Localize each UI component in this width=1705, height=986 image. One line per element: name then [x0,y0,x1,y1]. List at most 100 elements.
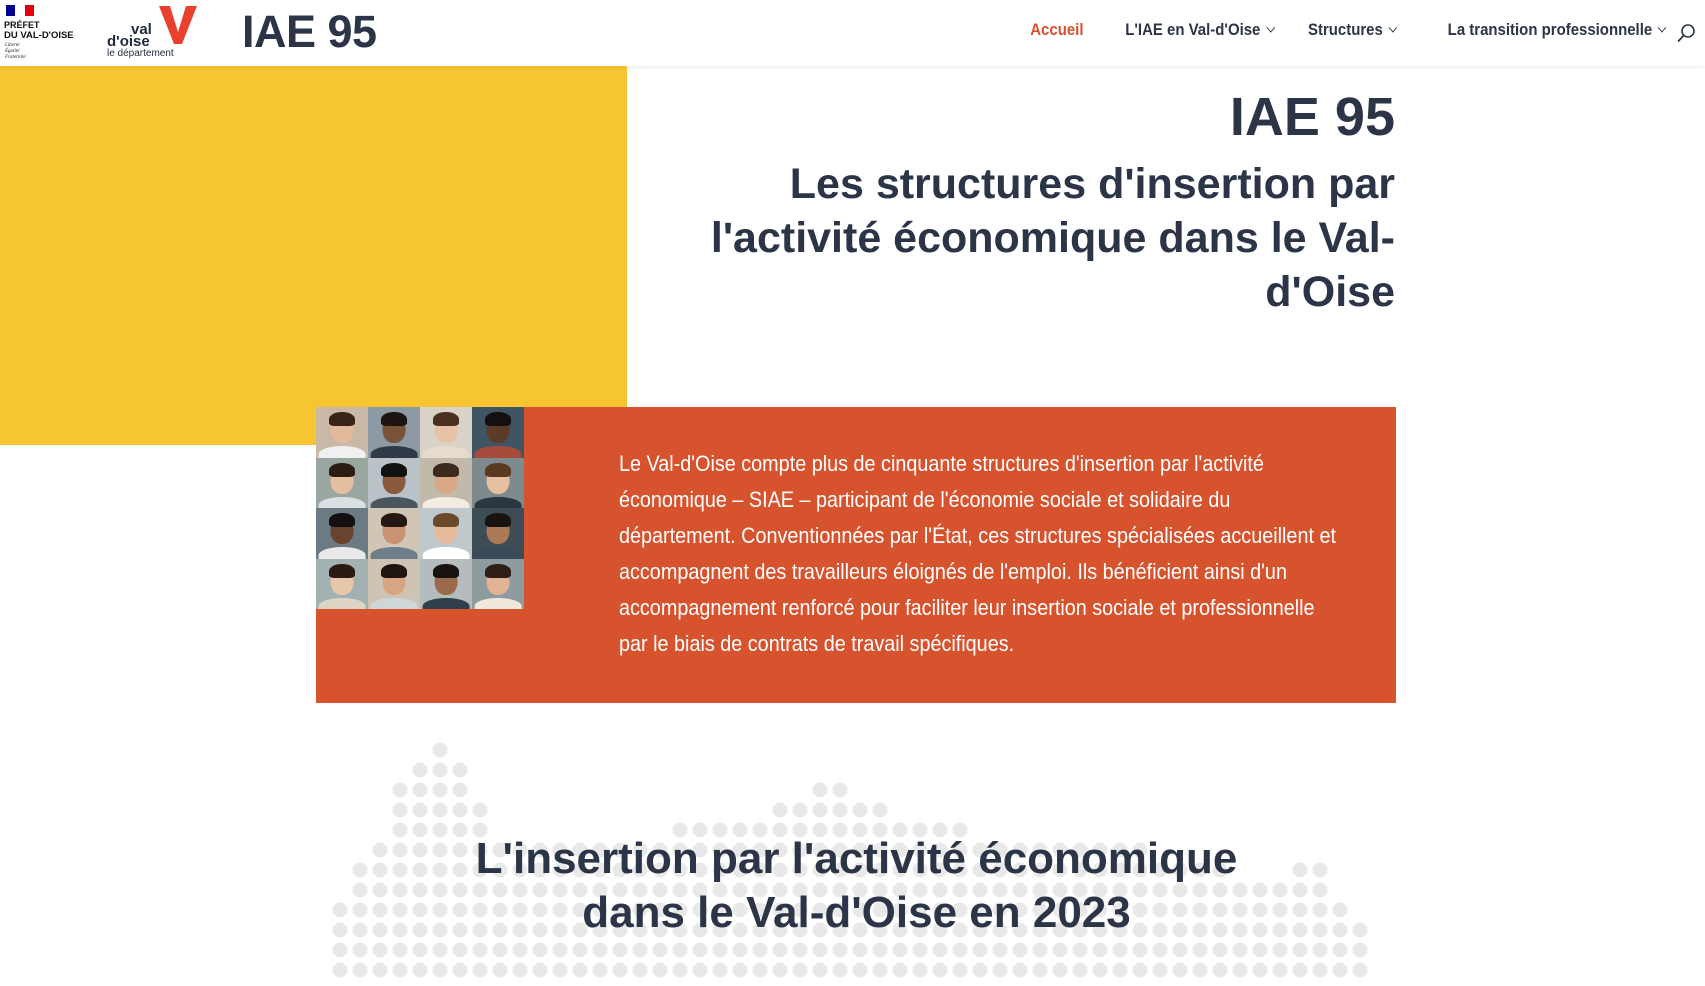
map-dot [1192,942,1208,958]
search-icon[interactable] [1677,23,1697,43]
map-dot [332,942,348,958]
map-dot [412,962,428,978]
map-dot [812,782,828,798]
site-title[interactable]: IAE 95 [242,6,377,58]
portrait-hair [329,513,355,528]
map-dot [972,942,988,958]
map-dot [912,962,928,978]
portrait-hair [433,513,459,528]
map-dot [412,762,428,778]
map-dot [472,802,488,818]
french-flag-icon [6,5,34,16]
map-dot [852,962,868,978]
map-dot [492,962,508,978]
map-dot [492,942,508,958]
v-logo-icon [159,6,197,44]
map-dot [1292,942,1308,958]
map-dot [352,962,368,978]
portrait-body [318,496,366,508]
prefet-logo[interactable]: PRÉFET DU VAL-D'OISE Liberté Égalité Fra… [4,3,86,63]
map-dot [832,802,848,818]
map-dot [732,962,748,978]
map-dot [892,962,908,978]
map-dot [812,962,828,978]
portrait-hair [329,412,355,427]
nav-item-label: La transition professionnelle [1447,20,1652,39]
portraits-collage-image [316,407,524,609]
portrait-photo [368,558,420,609]
nav-item-label: Accueil [1029,20,1084,39]
map-dot [812,942,828,958]
chevron-down-icon [1388,22,1397,33]
map-dot [512,962,528,978]
map-dot [632,962,648,978]
map-dot [1112,942,1128,958]
portrait-body [370,496,418,508]
section-title-line1: L'insertion par l'activité économique [475,834,1238,883]
portrait-hair [329,462,355,477]
portrait-hair [485,563,511,578]
prefet-logo-line1: PRÉFET [4,20,40,30]
nav-item-accueil[interactable]: Accueil [1030,20,1083,40]
portrait-hair [381,412,407,427]
portrait-photo [316,508,368,559]
map-dot [1032,962,1048,978]
portrait-body [318,597,366,609]
map-dot [392,942,408,958]
portrait-photo [316,558,368,609]
hero-yellow-block [0,66,627,445]
map-dot [692,962,708,978]
portrait-hair [485,412,511,427]
map-dot [792,962,808,978]
portrait-photo [368,407,420,458]
site-header: PRÉFET DU VAL-D'OISE Liberté Égalité Fra… [0,0,1705,66]
portrait-hair [433,462,459,477]
map-dot [932,962,948,978]
portrait-photo [368,457,420,508]
map-dot [832,962,848,978]
map-dot [1032,942,1048,958]
map-dot [572,942,588,958]
map-dot [972,962,988,978]
prefet-motto-fraternite: Fraternité [5,55,26,60]
map-dot [1172,962,1188,978]
map-dot [552,962,568,978]
map-dot [1012,962,1028,978]
map-dot [352,942,368,958]
nav-item-transition-professionnelle[interactable]: La transition professionnelle [1447,20,1667,40]
nav-item-structures[interactable]: Structures [1308,20,1397,40]
portrait-hair [433,563,459,578]
val-doise-logo-subtitle: le département [107,48,174,59]
map-dot [1212,962,1228,978]
chevron-down-icon [1266,22,1275,33]
val-doise-logo[interactable]: val d'oise le département [105,4,200,60]
map-dot [572,962,588,978]
portrait-hair [381,513,407,528]
map-dot [852,802,868,818]
map-dot [452,782,468,798]
map-dot [1192,962,1208,978]
map-dot [912,942,928,958]
map-dot [772,802,788,818]
map-dot [1352,962,1368,978]
nav-item-iae-val-doise[interactable]: L'IAE en Val-d'Oise [1125,20,1275,40]
map-dot [392,962,408,978]
hero-subtitle: Les structures d'insertion par l'activit… [710,160,1395,316]
portrait-body [422,446,470,458]
portrait-body [474,496,522,508]
map-dot [632,942,648,958]
val-doise-logo-doise: d'oise [107,33,150,50]
map-dot [792,802,808,818]
map-dot [1272,942,1288,958]
map-dot [592,942,608,958]
map-dot [472,942,488,958]
map-dot [472,962,488,978]
portrait-hair [485,462,511,477]
portrait-body [422,496,470,508]
map-dot [1232,962,1248,978]
map-dot [432,802,448,818]
map-dot [672,962,688,978]
portrait-photo [420,407,472,458]
map-dot [1172,942,1188,958]
intro-paragraph: Le Val-d'Oise compte plus de cinquante s… [619,451,1336,656]
